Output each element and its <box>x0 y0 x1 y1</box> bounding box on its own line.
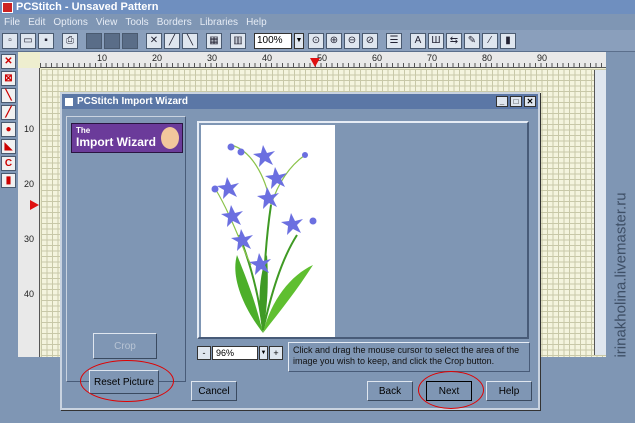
menubar: File Edit Options View Tools Borders Lib… <box>0 14 635 30</box>
stitch-tool-column: ✕ ⊠ ╲ ╱ ● ◣ C ▮ <box>0 52 18 202</box>
french-knot-icon[interactable]: ● <box>1 122 16 137</box>
menu-borders[interactable]: Borders <box>153 17 196 28</box>
instruction-text: Click and drag the mouse cursor to selec… <box>288 342 530 372</box>
quarter-stitch-icon[interactable] <box>122 32 138 49</box>
menu-edit[interactable]: Edit <box>24 17 49 28</box>
wizard-banner: The Import Wizard <box>71 123 183 153</box>
bluebell-flower-image <box>211 143 317 333</box>
quarter-stitch-icon[interactable]: ◣ <box>1 139 16 154</box>
ruler-top-label: 80 <box>482 53 493 63</box>
replace-icon[interactable]: ⇆ <box>446 32 462 49</box>
select-icon[interactable]: ╲ <box>182 32 198 49</box>
zoom-fit-icon[interactable]: ⊙ <box>308 32 324 49</box>
menu-libraries[interactable]: Libraries <box>196 17 242 28</box>
ruler-top-label: 20 <box>152 53 163 63</box>
zoom-plus-button[interactable]: + <box>269 346 283 360</box>
palette-icon[interactable]: ▥ <box>230 32 246 49</box>
zoom-field[interactable]: 96% <box>212 346 258 360</box>
grid-icon[interactable]: ▦ <box>206 32 222 49</box>
bar-chart-icon[interactable]: ▮ <box>500 32 516 49</box>
full-cross-icon[interactable]: ✕ <box>1 54 16 69</box>
reset-picture-button[interactable]: Reset Picture <box>89 370 159 394</box>
crop-button[interactable]: Crop <box>93 333 157 359</box>
import-wizard-dialog: PCStitch Import Wizard _ □ ✕ The Import … <box>60 92 540 410</box>
half-stitch-down-icon[interactable]: ╲ <box>1 88 16 103</box>
new-file-icon[interactable]: ▫ <box>2 32 18 49</box>
dialog-icon <box>65 97 73 106</box>
full-stitch-icon[interactable] <box>86 32 102 49</box>
half-stitch-icon[interactable] <box>104 32 120 49</box>
open-folder-icon[interactable]: ▭ <box>20 32 36 49</box>
print-icon[interactable]: ⎙ <box>62 32 78 49</box>
ruler-left-label: 30 <box>24 234 35 244</box>
menu-file[interactable]: File <box>0 17 24 28</box>
zoom-controls: - 96% ▼ + <box>197 345 283 361</box>
zoom-out-icon[interactable]: ⊖ <box>344 32 360 49</box>
app-icon <box>2 1 13 13</box>
imported-image[interactable] <box>201 125 335 337</box>
menu-view[interactable]: View <box>92 17 122 28</box>
menu-options[interactable]: Options <box>49 17 91 28</box>
zoom-minus-button[interactable]: - <box>197 346 211 360</box>
zoom-area-icon[interactable]: ⊘ <box>362 32 378 49</box>
cancel-button[interactable]: Cancel <box>191 381 237 401</box>
dialog-title: PCStitch Import Wizard <box>77 96 189 107</box>
ruler-top-label: 40 <box>262 53 273 63</box>
baby-face-icon <box>161 127 179 149</box>
zoom-in-icon[interactable]: ⊕ <box>326 32 342 49</box>
help-button[interactable]: Help <box>486 381 532 401</box>
next-button[interactable]: Next <box>426 381 472 401</box>
half-stitch-up-icon[interactable]: ╱ <box>1 105 16 120</box>
ruler-top-label: 70 <box>427 53 438 63</box>
image-preview[interactable] <box>197 121 529 339</box>
text-icon[interactable]: A <box>410 32 426 49</box>
window-title: PCStitch - Unsaved Pattern <box>16 1 159 13</box>
ruler-left-label: 40 <box>24 289 35 299</box>
close-icon[interactable]: ✕ <box>524 96 536 107</box>
cross-stitch-icon[interactable]: ✕ <box>146 32 162 49</box>
window-titlebar: PCStitch - Unsaved Pattern <box>0 0 635 14</box>
half-cross-icon[interactable]: ⊠ <box>1 71 16 86</box>
backstitch-icon[interactable]: ╱ <box>164 32 180 49</box>
color-c-icon[interactable]: C <box>1 156 16 171</box>
banner-title: Import Wizard <box>76 135 156 149</box>
main-toolbar: ▫ ▭ ▪ ⎙ ✕ ╱ ╲ ▦ ▥ 100% ▼ ⊙ ⊕ ⊖ ⊘ ☰ A Ш ⇆… <box>0 30 635 52</box>
dialog-titlebar: PCStitch Import Wizard _ □ ✕ <box>62 94 538 109</box>
fill-icon[interactable]: Ш <box>428 32 444 49</box>
ruler-top-label: 60 <box>372 53 383 63</box>
brush-icon[interactable]: ✎ <box>464 32 480 49</box>
bead-icon[interactable]: ▮ <box>1 173 16 188</box>
save-icon[interactable]: ▪ <box>38 32 54 49</box>
ruler-left-label: 10 <box>24 124 35 134</box>
vertical-scrollbar[interactable] <box>594 70 606 355</box>
banner-the: The <box>76 126 91 135</box>
ruler-left-label: 20 <box>24 179 35 189</box>
cursor-marker-left <box>30 200 39 210</box>
ruler-left <box>18 68 40 357</box>
zoom-select[interactable]: 100% <box>254 32 292 49</box>
ruler-top-label: 10 <box>97 53 108 63</box>
back-button[interactable]: Back <box>367 381 413 401</box>
minimize-icon[interactable]: _ <box>496 96 508 107</box>
ruler-top-label: 90 <box>537 53 548 63</box>
chevron-down-icon[interactable]: ▼ <box>259 346 268 360</box>
eyedropper-icon[interactable]: ⁄ <box>482 32 498 49</box>
menu-tools[interactable]: Tools <box>121 17 152 28</box>
menu-help[interactable]: Help <box>242 17 271 28</box>
chevron-down-icon[interactable]: ▼ <box>294 32 304 49</box>
watermark: irinakholina.livemaster.ru <box>606 140 635 410</box>
cursor-marker-top <box>310 58 320 67</box>
watermark-text: irinakholina.livemaster.ru <box>612 192 629 358</box>
maximize-icon[interactable]: □ <box>510 96 522 107</box>
ruler-top-label: 30 <box>207 53 218 63</box>
floss-list-icon[interactable]: ☰ <box>386 32 402 49</box>
